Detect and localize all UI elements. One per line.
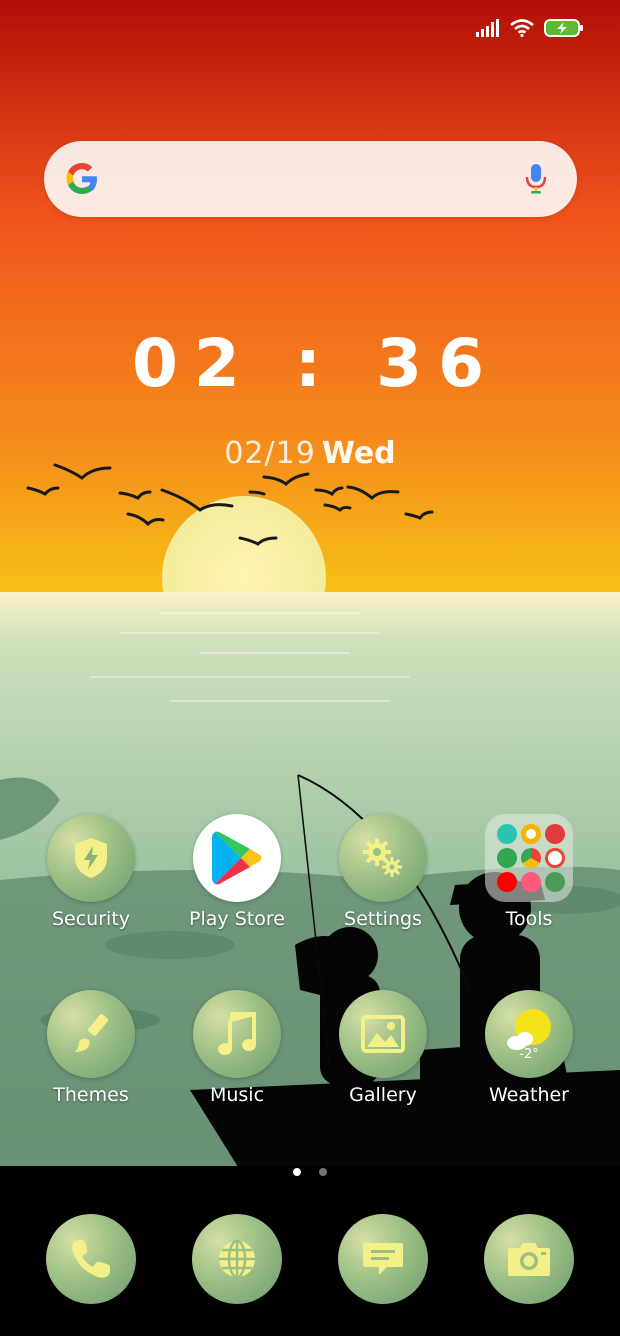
signal-bars-icon xyxy=(476,19,499,37)
dock-messages[interactable] xyxy=(338,1214,428,1304)
sun-cloud-icon xyxy=(507,1008,551,1050)
camera-icon xyxy=(508,1243,550,1276)
app-folder-tools[interactable]: Tools xyxy=(456,814,602,930)
app-play-store[interactable]: Play Store xyxy=(164,814,310,930)
app-label: Security xyxy=(51,908,131,930)
app-label: Music xyxy=(209,1084,265,1106)
page-dot-active[interactable] xyxy=(293,1168,302,1176)
app-label: Weather xyxy=(489,1084,569,1106)
status-bar xyxy=(476,18,584,38)
message-icon xyxy=(363,1243,403,1275)
page-indicator xyxy=(0,1161,620,1180)
app-music[interactable]: Music xyxy=(164,990,310,1106)
app-weather[interactable]: -2° Weather xyxy=(456,990,602,1106)
globe-icon xyxy=(219,1239,255,1279)
app-settings[interactable]: Settings xyxy=(310,814,456,930)
page-dot[interactable] xyxy=(318,1168,327,1176)
clock-date[interactable]: 02/19 Wed xyxy=(0,436,620,471)
app-gallery[interactable]: Gallery xyxy=(310,990,456,1106)
app-label: Gallery xyxy=(349,1084,417,1106)
folder-icon xyxy=(485,814,573,902)
paintbrush-icon xyxy=(75,1014,109,1052)
app-label: Tools xyxy=(505,908,553,930)
shield-bolt-icon xyxy=(75,838,107,878)
google-search-bar[interactable] xyxy=(44,141,577,217)
app-themes[interactable]: Themes xyxy=(18,990,164,1106)
weekday-text: Wed xyxy=(321,436,396,471)
gears-icon xyxy=(363,838,402,877)
music-note-icon xyxy=(218,1012,256,1055)
phone-icon xyxy=(72,1240,110,1278)
app-label: Play Store xyxy=(189,908,285,930)
dock-phone[interactable] xyxy=(46,1214,136,1304)
dock-camera[interactable] xyxy=(484,1214,574,1304)
date-text: 02/19 xyxy=(224,436,316,471)
play-store-icon xyxy=(212,831,262,885)
dock-browser[interactable] xyxy=(192,1214,282,1304)
wifi-icon xyxy=(510,19,534,37)
clock-time[interactable]: 02 : 36 xyxy=(0,325,620,402)
google-g-icon xyxy=(66,163,97,194)
app-security[interactable]: Security xyxy=(18,814,164,930)
battery-charging-icon xyxy=(544,19,583,37)
image-icon xyxy=(361,1015,405,1053)
weather-temp: -2° xyxy=(519,1046,539,1062)
app-label: Themes xyxy=(53,1084,129,1106)
microphone-icon[interactable] xyxy=(525,163,547,195)
app-label: Settings xyxy=(344,908,422,930)
